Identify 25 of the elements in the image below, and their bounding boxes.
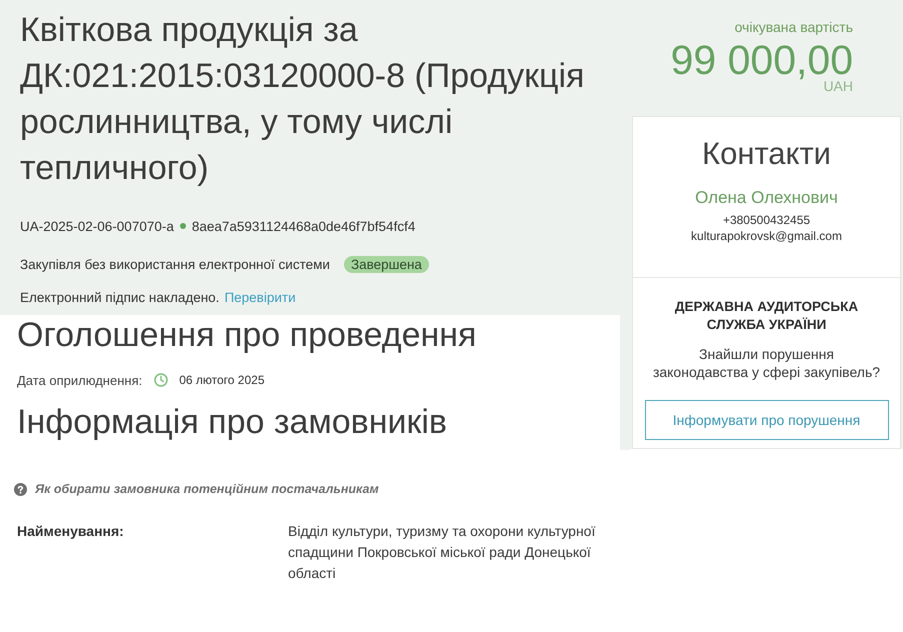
dot-icon [180, 223, 186, 229]
audit-question: Знайшли порушення законодавства у сфері закупівель? [652, 345, 882, 381]
hint-link[interactable]: Як обирати замовника потенційним постачальникам [35, 482, 379, 496]
contact-name: Олена Олехнович [695, 187, 838, 209]
tender-title: Квіткова продукція за ДК:021:2015:03120000-8 (Продукція рослинництва, у тому числі тепличного) [20, 10, 586, 189]
contact-phone: +380500432455 [722, 212, 810, 228]
verify-link[interactable]: Перевірити [224, 290, 296, 304]
procurement-type: Закупівля без використання електронної системи [20, 256, 330, 272]
field-value: Відділ культури, туризму та охорони культурної спадщини Покровської міської ради Донецької області [288, 522, 596, 583]
section-title: Оголошення про проведення [17, 315, 476, 355]
clock-icon [154, 373, 168, 387]
section-title: Інформація про замовників [17, 402, 447, 442]
tender-id: UA-2025-02-06-007070-a [20, 218, 174, 234]
tender-hash: 8aea7a5931124468a0de46f7bf54fcf4 [192, 218, 416, 234]
report-violation-button[interactable]: Інформувати про порушення [644, 400, 888, 440]
publication-date: 06 лютого 2025 [179, 373, 264, 387]
audit-title: ДЕРЖАВНА АУДИТОРСЬКА СЛУЖБА УКРАЇНИ [674, 298, 860, 334]
help-icon [14, 482, 27, 496]
contacts-title: Контакти [702, 135, 831, 173]
contact-email: kulturapokrovsk@gmail.com [691, 228, 842, 244]
signature-text: Електронний підпис накладено. [20, 290, 220, 304]
status-badge: Завершена [344, 256, 429, 272]
date-label: Дата оприлюднення: [17, 372, 142, 388]
expected-value-label: очікувана вартість [734, 18, 853, 37]
field-label: Найменування: [17, 522, 124, 541]
